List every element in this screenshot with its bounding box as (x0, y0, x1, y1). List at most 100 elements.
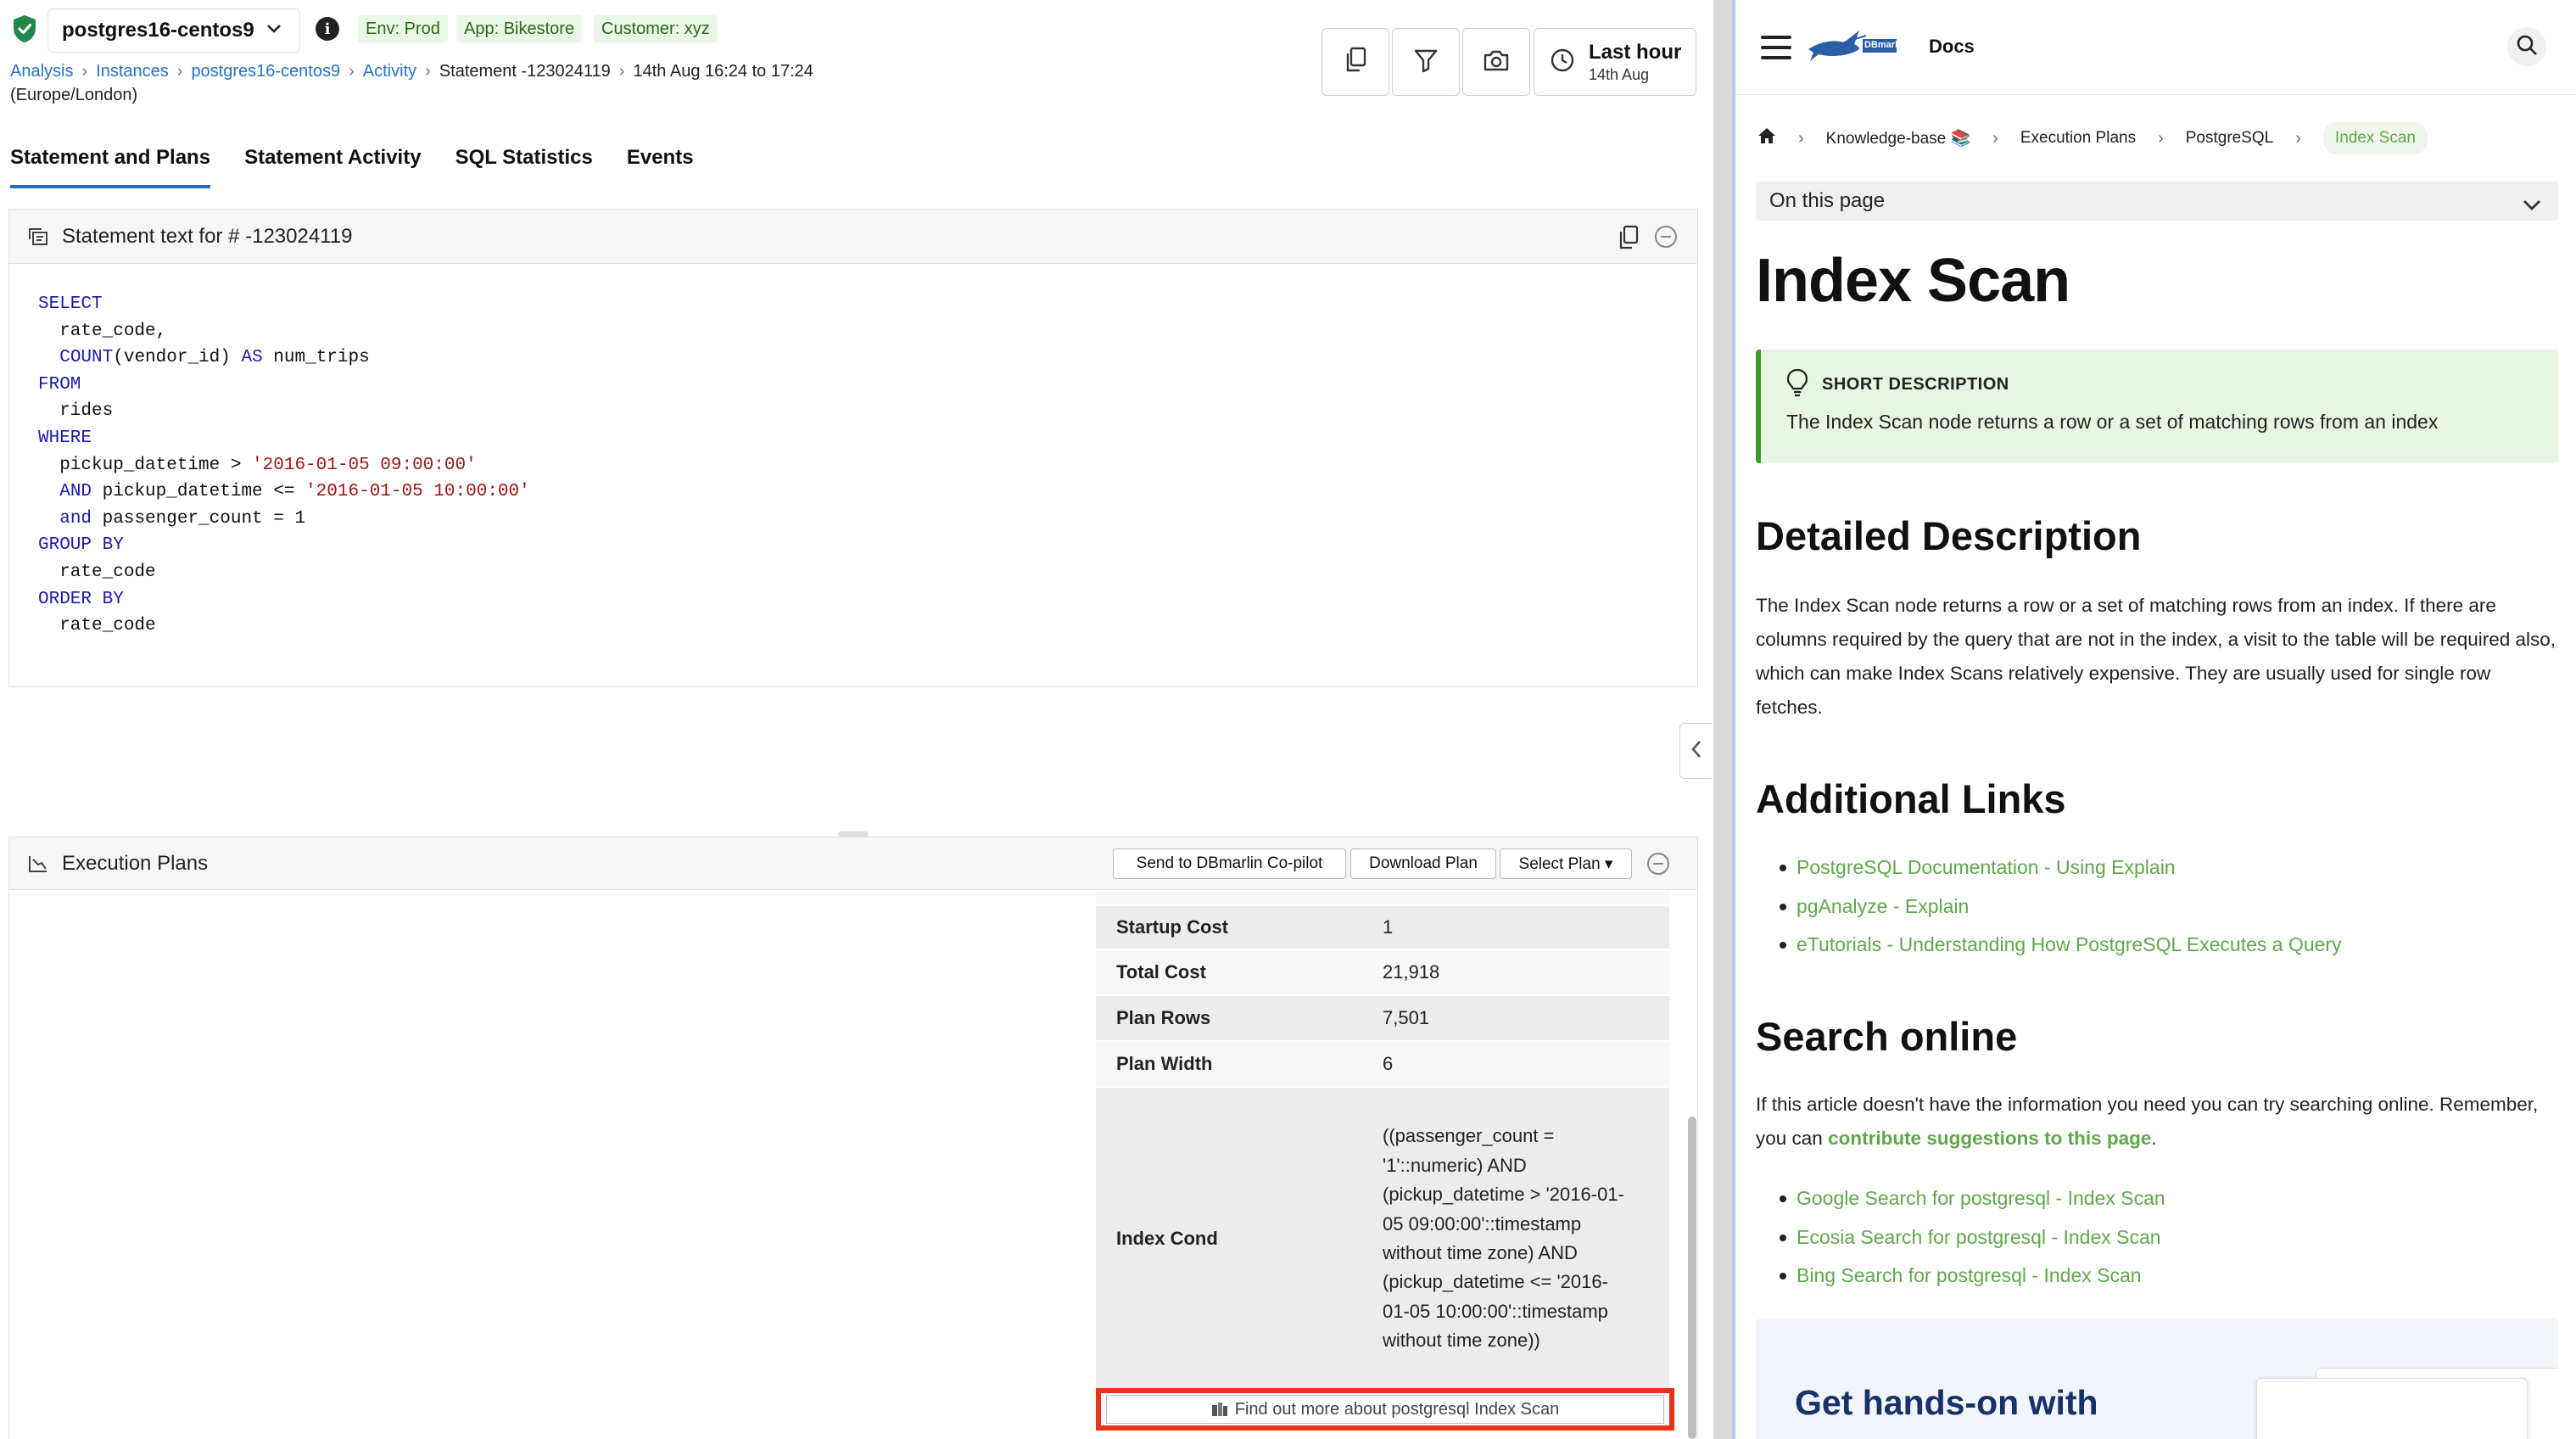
download-plan-button[interactable]: Download Plan (1350, 848, 1496, 879)
short-description-title: SHORT DESCRIPTION (1822, 375, 2009, 394)
docs-label: Docs (1929, 36, 1975, 57)
statement-panel: Statement text for # -123024119 SELECT r… (8, 209, 1698, 687)
find-out-more-button[interactable]: Find out more about postgresql Index Sca… (1106, 1395, 1664, 1424)
sql-text-token: rate_code, (38, 321, 167, 341)
sql-text-token: pickup_datetime <= (92, 482, 306, 502)
link-ecosia-search[interactable]: Ecosia Search for postgresql - Index Sca… (1780, 1218, 2165, 1257)
properties-scrollbar[interactable] (1688, 1117, 1696, 1439)
collapse-plans-icon[interactable] (1647, 853, 1669, 875)
search-links-list: Google Search for postgresql - Index Sca… (1780, 1179, 2165, 1296)
contribute-link[interactable]: contribute suggestions to this page (1828, 1128, 2151, 1149)
time-range-button[interactable]: Last hour 14th Aug (1534, 28, 1696, 96)
chevron-down-icon (2523, 193, 2541, 217)
env-tag: Env: Prod (358, 15, 448, 42)
link-google-search[interactable]: Google Search for postgresql - Index Sca… (1780, 1179, 2165, 1218)
sql-keyword: FROM (38, 374, 81, 395)
detailed-description-heading: Detailed Description (1756, 513, 2142, 558)
breadcrumb-statement: Statement -123024119 (439, 62, 611, 81)
link-etutorials[interactable]: eTutorials - Understanding How PostgreSQ… (1780, 926, 2342, 965)
docs-crumb-postgresql[interactable]: PostgreSQL (2186, 129, 2274, 148)
collapse-statement-icon[interactable] (1655, 226, 1677, 248)
instance-name: postgres16-centos9 (62, 19, 254, 42)
additional-links-list: PostgreSQL Documentation - Using Explain… (1780, 848, 2342, 965)
sql-line: WHERE (38, 425, 530, 452)
breadcrumb-activity[interactable]: Activity (363, 62, 416, 81)
copy-icon (1344, 47, 1367, 78)
collapse-docs-button[interactable] (1679, 723, 1712, 779)
property-row: Plan Width 6 (1096, 1042, 1669, 1088)
sql-text-token: rate_code (38, 562, 156, 582)
promo-title: Get hands-on with (1795, 1383, 2098, 1422)
statement-panel-header: Statement text for # -123024119 (9, 210, 1697, 264)
time-range-date: 14th Aug (1589, 65, 1650, 83)
filter-icon (1413, 48, 1439, 77)
sql-keyword: ORDER BY (38, 589, 124, 609)
on-this-page-dropdown[interactable]: On this page (1756, 182, 2558, 221)
time-range-label: Last hour (1589, 40, 1682, 64)
statement-panel-title: Statement text for # -123024119 (62, 224, 353, 248)
breadcrumb-instances[interactable]: Instances (96, 62, 169, 81)
sql-text-token: (vendor_id) (113, 348, 242, 368)
find-out-more-highlight: Find out more about postgresql Index Sca… (1096, 1388, 1674, 1431)
detailed-description-text: The Index Scan node returns a row or a s… (1756, 595, 2556, 718)
copy-sql-icon[interactable] (1618, 225, 1640, 256)
short-description-text: The Index Scan node returns a row or a s… (1786, 411, 2439, 433)
property-key: Total Cost (1116, 961, 1206, 983)
docs-crumb-current: Index Scan (2322, 122, 2428, 154)
sql-line: AND pickup_datetime <= '2016-01-05 10:00… (38, 479, 530, 506)
docs-crumb-execution-plans[interactable]: Execution Plans (2020, 129, 2136, 148)
docs-crumb-knowledge-base[interactable]: Knowledge-base 📚 (1826, 128, 1970, 148)
sql-string: '2016-01-05 10:00:00' (305, 482, 530, 502)
property-value: 6 (1383, 1052, 1394, 1074)
promo-banner[interactable]: Get hands-on with (1756, 1319, 2558, 1439)
sql-line: pickup_datetime > '2016-01-05 09:00:00' (38, 452, 530, 479)
snapshot-button[interactable] (1462, 28, 1530, 96)
sql-line: rate_code (38, 613, 530, 640)
short-description-box: SHORT DESCRIPTION The Index Scan node re… (1756, 350, 2558, 463)
app-tag: App: Bikestore (456, 15, 583, 42)
sql-text: SELECT rate_code, COUNT(vendor_id) AS nu… (38, 291, 530, 640)
info-icon[interactable]: i (316, 17, 339, 41)
dbmarlin-logo[interactable]: DBmarlin (1807, 24, 1906, 66)
select-plan-dropdown[interactable]: Select Plan ▾ (1500, 848, 1632, 879)
home-icon[interactable] (1757, 127, 1776, 149)
menu-icon[interactable] (1761, 36, 1791, 59)
search-online-text-2: . (2151, 1128, 2157, 1149)
properties-top-strip (1096, 891, 1669, 906)
find-out-more-label: Find out more about postgresql Index Sca… (1234, 1399, 1560, 1419)
sql-keyword: WHERE (38, 428, 92, 448)
breadcrumb-instance[interactable]: postgres16-centos9 (191, 62, 340, 81)
sql-text-token (38, 348, 59, 367)
sql-keyword: GROUP BY (38, 535, 124, 556)
docs-pane: DBmarlin Docs › Knowledge-base 📚 › Execu… (1732, 0, 2576, 1439)
breadcrumb: Analysis › Instances › postgres16-centos9 › Ac… (10, 62, 813, 104)
tab-statement-and-plans[interactable]: Statement and Plans (10, 146, 211, 188)
additional-links-heading: Additional Links (1756, 776, 2066, 821)
send-to-copilot-button[interactable]: Send to DBmarlin Co-pilot (1113, 848, 1346, 879)
link-postgresql-docs[interactable]: PostgreSQL Documentation - Using Explain (1780, 848, 2342, 887)
breadcrumb-analysis[interactable]: Analysis (10, 62, 73, 81)
on-this-page-label: On this page (1769, 189, 1886, 212)
tab-statement-activity[interactable]: Statement Activity (244, 146, 422, 188)
search-button[interactable] (2507, 27, 2546, 66)
camera-icon (1483, 48, 1510, 76)
property-value: 1 (1383, 915, 1394, 938)
copy-link-button[interactable] (1322, 28, 1389, 96)
dbmarlin-app-pane: postgres16-centos9 i Env: Prod App: Bike… (0, 0, 1713, 1439)
link-bing-search[interactable]: Bing Search for postgresql - Index Scan (1780, 1257, 2165, 1296)
filter-button[interactable] (1392, 28, 1460, 96)
property-key: Plan Width (1116, 1053, 1213, 1074)
sql-text-token: rate_code (38, 616, 156, 636)
link-pganalyze[interactable]: pgAnalyze - Explain (1780, 887, 2342, 927)
docs-breadcrumb: › Knowledge-base 📚 › Execution Plans › P… (1757, 119, 2428, 158)
instance-selector[interactable]: postgres16-centos9 (47, 8, 300, 53)
pane-splitter[interactable] (1713, 0, 1732, 1439)
sql-text-token: passenger_count = 1 (92, 508, 306, 529)
sql-keyword: AND (59, 482, 92, 502)
sql-text-token: pickup_datetime > (38, 455, 253, 475)
breadcrumb-timezone: (Europe/London) (10, 86, 138, 104)
tab-events[interactable]: Events (627, 146, 694, 188)
sql-text-token (38, 482, 59, 501)
tab-sql-statistics[interactable]: SQL Statistics (455, 146, 593, 188)
tab-bar: Statement and Plans Statement Activity S… (10, 146, 728, 188)
